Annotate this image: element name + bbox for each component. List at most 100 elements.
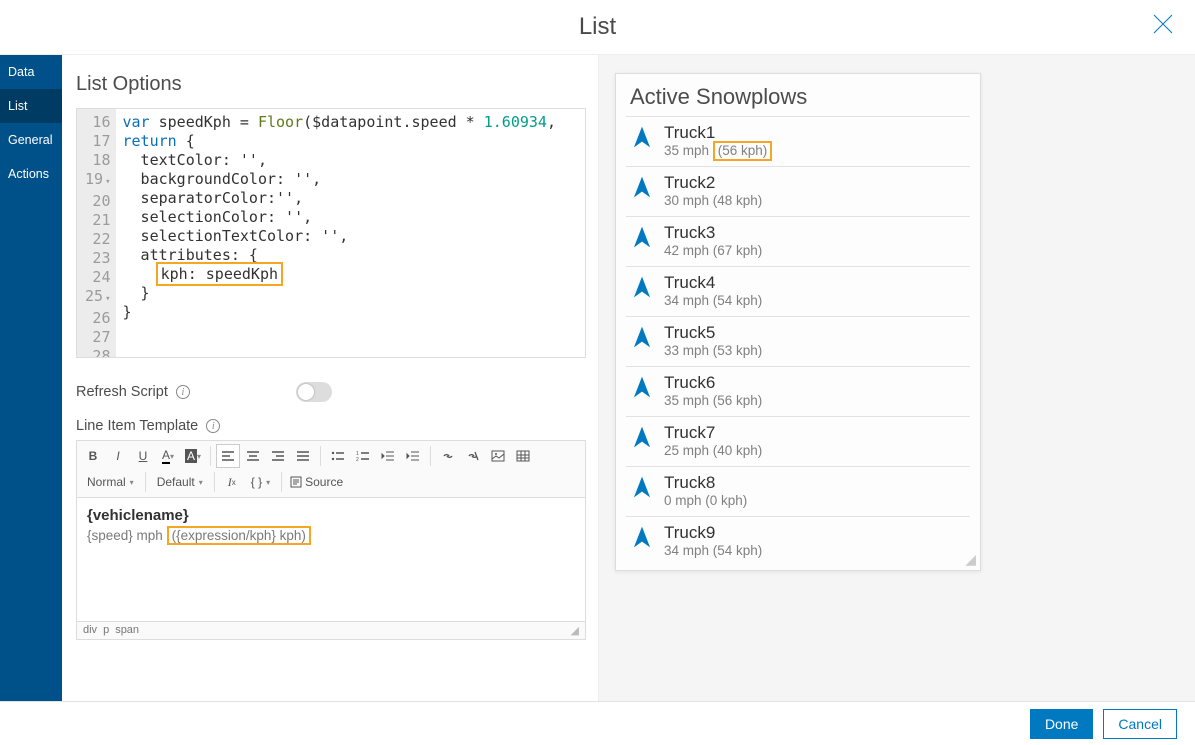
info-icon[interactable]: i: [206, 419, 220, 433]
resize-handle-icon[interactable]: ◢: [571, 624, 579, 637]
remove-format-button[interactable]: Ix: [220, 470, 244, 494]
outdent-icon: [381, 450, 395, 462]
list-item[interactable]: Truck135 mph (56 kph): [626, 116, 970, 166]
refresh-script-row: Refresh Script i: [76, 382, 586, 402]
paragraph-format-select[interactable]: Normal▾: [81, 473, 140, 491]
breadcrumb-span[interactable]: span: [115, 624, 139, 637]
vehicle-speed: 34 mph (54 kph): [664, 293, 762, 308]
template-line2: {speed} mph ({expression/kph} kph): [87, 526, 575, 546]
indent-icon: [406, 450, 420, 462]
sidebar-tab-data[interactable]: Data: [0, 55, 62, 89]
arcade-code-editor[interactable]: 16171819202122232425262728 var speedKph …: [76, 108, 586, 358]
numbered-list-icon: 12: [356, 450, 370, 462]
preview-title: Active Snowplows: [630, 84, 970, 110]
config-heading: List Options: [76, 73, 586, 96]
vehicle-name: Truck4: [664, 273, 762, 293]
refresh-script-toggle[interactable]: [296, 382, 332, 402]
align-left-button[interactable]: [216, 444, 240, 468]
align-center-button[interactable]: [241, 444, 265, 468]
list-item[interactable]: Truck434 mph (54 kph): [626, 266, 970, 316]
unlink-button[interactable]: [461, 444, 485, 468]
done-button[interactable]: Done: [1030, 709, 1093, 739]
list-item[interactable]: Truck725 mph (40 kph): [626, 416, 970, 466]
code-gutter: 16171819202122232425262728: [77, 109, 116, 357]
kph-highlight: (56 kph): [713, 141, 773, 161]
titlebar: List: [0, 0, 1195, 55]
font-select[interactable]: Default▾: [151, 473, 209, 491]
fields-button[interactable]: { }▾: [245, 473, 276, 491]
template-expression-highlight: ({expression/kph} kph): [167, 526, 311, 545]
list-item[interactable]: Truck635 mph (56 kph): [626, 366, 970, 416]
bullet-list-icon: [331, 450, 345, 462]
link-button[interactable]: [436, 444, 460, 468]
italic-button[interactable]: I: [106, 444, 130, 468]
list-item[interactable]: Truck230 mph (48 kph): [626, 166, 970, 216]
unlink-icon: [466, 450, 480, 462]
align-center-icon: [246, 450, 260, 462]
align-right-button[interactable]: [266, 444, 290, 468]
outdent-button[interactable]: [376, 444, 400, 468]
text-color-button[interactable]: A▾: [156, 444, 180, 468]
table-icon: [516, 450, 530, 462]
vehicle-speed: 35 mph (56 kph): [664, 143, 772, 158]
direction-arrow-icon: [632, 176, 652, 205]
vehicle-speed: 0 mph (0 kph): [664, 493, 747, 508]
breadcrumb-div[interactable]: div: [83, 624, 97, 637]
list-item[interactable]: Truck80 mph (0 kph): [626, 466, 970, 516]
template-label: Line Item Template: [76, 418, 198, 434]
source-icon: [290, 476, 302, 488]
sidebar-tab-list[interactable]: List: [0, 89, 62, 123]
bold-button[interactable]: B: [81, 444, 105, 468]
svg-text:2: 2: [356, 457, 359, 462]
main: Data List General Actions List Options 1…: [0, 55, 1195, 701]
cancel-button[interactable]: Cancel: [1103, 709, 1177, 739]
align-left-icon: [221, 450, 235, 462]
editor-toolbar: B I U A▾ A▾ 12: [77, 441, 585, 498]
vehicle-name: Truck5: [664, 323, 762, 343]
dialog-title: List: [579, 13, 616, 41]
align-justify-icon: [296, 450, 310, 462]
vehicle-speed: 30 mph (48 kph): [664, 193, 762, 208]
table-button[interactable]: [511, 444, 535, 468]
direction-arrow-icon: [632, 376, 652, 405]
list-item[interactable]: Truck934 mph (54 kph): [626, 516, 970, 566]
vehicle-speed: 42 mph (67 kph): [664, 243, 762, 258]
list-item[interactable]: Truck342 mph (67 kph): [626, 216, 970, 266]
numbered-list-button[interactable]: 12: [351, 444, 375, 468]
align-justify-button[interactable]: [291, 444, 315, 468]
vehicle-speed: 33 mph (53 kph): [664, 343, 762, 358]
image-icon: [491, 450, 505, 462]
vehicle-name: Truck2: [664, 173, 762, 193]
breadcrumb-p[interactable]: p: [103, 624, 109, 637]
vehicle-name: Truck6: [664, 373, 762, 393]
indent-button[interactable]: [401, 444, 425, 468]
code-area[interactable]: var speedKph = Floor($datapoint.speed * …: [116, 109, 562, 357]
vehicle-speed: 35 mph (56 kph): [664, 393, 762, 408]
refresh-script-label: Refresh Script: [76, 384, 168, 400]
close-button[interactable]: [1151, 12, 1175, 41]
sidebar-tab-general[interactable]: General: [0, 123, 62, 157]
bullet-list-button[interactable]: [326, 444, 350, 468]
image-button[interactable]: [486, 444, 510, 468]
vehicle-name: Truck1: [664, 123, 772, 143]
preview-panel: Active Snowplows Truck135 mph (56 kph)Tr…: [598, 55, 1195, 701]
template-label-row: Line Item Template i: [76, 418, 586, 434]
vehicle-name: Truck7: [664, 423, 762, 443]
bg-color-button[interactable]: A▾: [181, 444, 205, 468]
link-icon: [441, 450, 455, 462]
editor-body[interactable]: {vehiclename} {speed} mph ({expression/k…: [77, 498, 585, 621]
direction-arrow-icon: [632, 476, 652, 505]
direction-arrow-icon: [632, 126, 652, 155]
list-item[interactable]: Truck533 mph (53 kph): [626, 316, 970, 366]
vehicle-name: Truck9: [664, 523, 762, 543]
config-panel: List Options 16171819202122232425262728 …: [62, 55, 598, 701]
resize-handle-icon[interactable]: ◢: [965, 551, 976, 568]
dialog-footer: Done Cancel: [0, 701, 1195, 745]
editor-breadcrumb: div p span ◢: [77, 621, 585, 639]
vehicle-speed: 34 mph (54 kph): [664, 543, 762, 558]
vehicle-name: Truck3: [664, 223, 762, 243]
underline-button[interactable]: U: [131, 444, 155, 468]
info-icon[interactable]: i: [176, 385, 190, 399]
source-button[interactable]: Source: [287, 470, 346, 494]
sidebar-tab-actions[interactable]: Actions: [0, 157, 62, 191]
